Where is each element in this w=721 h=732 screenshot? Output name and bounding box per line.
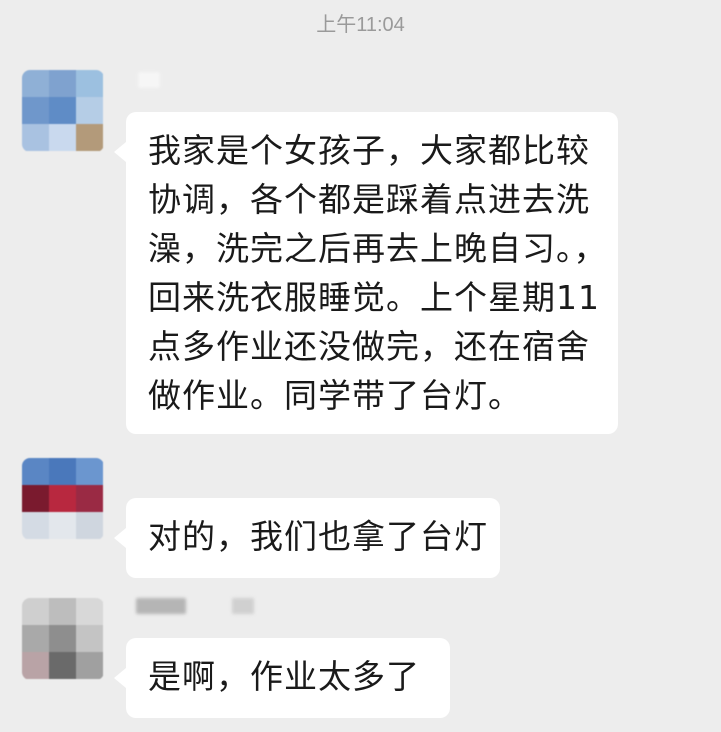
message-text-line: 我家是个女孩子，大家都比较 <box>148 131 590 170</box>
message-text-line: 做作业。同学带了台灯。 <box>148 376 522 415</box>
avatar[interactable] <box>22 458 104 540</box>
message-text-line: 回来洗衣服睡觉。上个星期11 <box>148 278 600 317</box>
message-bubble[interactable]: 对的，我们也拿了台灯 <box>114 498 500 578</box>
message-text-line: 协调，各个都是踩着点进去洗 <box>148 180 590 219</box>
message-bubble[interactable]: 是啊，作业太多了 <box>114 638 450 718</box>
message-text-line: 对的，我们也拿了台灯 <box>148 517 488 556</box>
message-text-line: 是啊，作业太多了 <box>148 657 420 696</box>
avatar[interactable] <box>22 70 104 152</box>
message-timestamp: 上午11:04 <box>316 14 405 36</box>
sender-name <box>136 598 186 614</box>
sender-name <box>138 72 160 88</box>
avatar[interactable] <box>22 598 104 680</box>
message-text-line: 澡，洗完之后再去上晚自习。， <box>148 229 608 268</box>
message-text-line: 点多作业还没做完，还在宿舍 <box>148 327 590 366</box>
message-bubble[interactable]: 我家是个女孩子，大家都比较 协调，各个都是踩着点进去洗 澡，洗完之后再去上晚自习… <box>114 112 618 434</box>
sender-name <box>232 598 254 614</box>
chat-view: 上午11:04 我家是个女孩子，大家都比较 协调，各个都是踩着点进去洗 澡，洗完… <box>0 0 721 732</box>
